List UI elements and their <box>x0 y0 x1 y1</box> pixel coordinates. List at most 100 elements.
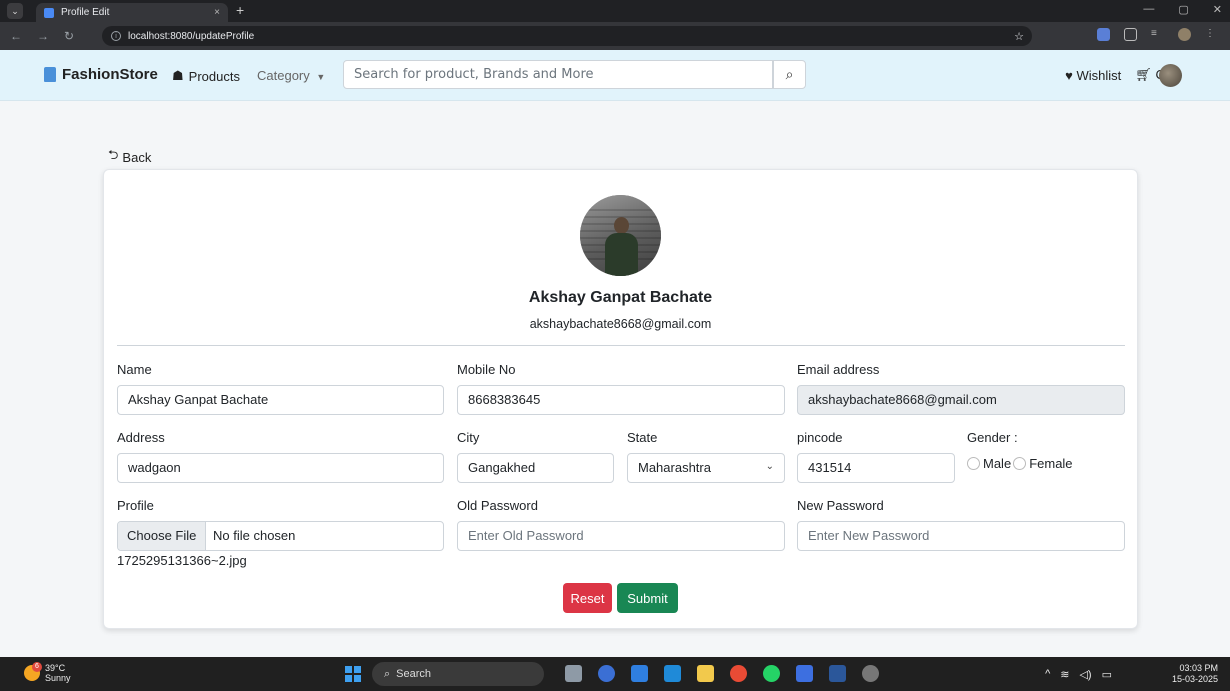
chrome-icon[interactable] <box>730 665 747 682</box>
choose-file-button[interactable]: Choose File <box>118 522 207 550</box>
back-arrow-icon[interactable]: ← <box>10 29 22 43</box>
address-label: Address <box>117 430 165 445</box>
name-input[interactable]: Akshay Ganpat Bachate <box>117 385 444 415</box>
heart-icon: ♥ <box>1065 67 1073 83</box>
file-explorer-icon[interactable] <box>697 665 714 682</box>
product-search-input[interactable]: Search for product, Brands and More <box>343 60 773 89</box>
search-icon: ⌕ <box>785 66 794 82</box>
shopping-bag-icon <box>44 67 56 82</box>
user-avatar[interactable] <box>1159 64 1182 87</box>
settings-gear-icon[interactable] <box>862 665 879 682</box>
browser-menu-icon[interactable]: ⋮ <box>1205 28 1218 41</box>
bookmark-star-icon[interactable]: ☆ <box>1014 30 1024 43</box>
chevron-up-icon[interactable]: ^ <box>1045 668 1050 681</box>
search-button[interactable]: ⌕ <box>773 60 806 89</box>
weather-condition: Sunny <box>45 673 71 683</box>
system-tray: ^ ≋ ◁) ▭ <box>1045 668 1112 681</box>
submit-button[interactable]: Submit <box>617 583 678 613</box>
windows-start-icon[interactable] <box>345 666 361 682</box>
copilot-icon[interactable] <box>598 665 615 682</box>
gender-male-label: Male <box>983 456 1012 471</box>
store-icon[interactable] <box>631 665 648 682</box>
tab-favicon-icon <box>44 7 54 18</box>
city-input[interactable]: Gangakhed <box>457 453 614 483</box>
clock-time: 03:03 PM <box>1179 663 1218 673</box>
gender-female-label: Female <box>1029 456 1073 471</box>
close-window-icon[interactable]: ✕ <box>1213 3 1222 16</box>
new-password-input[interactable]: Enter New Password <box>797 521 1125 551</box>
state-select[interactable]: Maharashtra ⌄ <box>627 453 785 483</box>
chevron-down-icon: ⌄ <box>765 461 774 472</box>
taskbar-search-label: Search <box>396 668 432 680</box>
gender-options: Male Female <box>967 456 1073 471</box>
windows-taskbar: 6 39°C Sunny ⌕ Search ^ ≋ ◁) ▭ 03:03 PM … <box>0 657 1230 691</box>
address-bar[interactable]: i localhost:8080/updateProfile ☆ <box>102 26 1032 46</box>
wifi-icon[interactable]: ≋ <box>1060 668 1069 681</box>
app-icon[interactable] <box>796 665 813 682</box>
site-navbar: FashionStore ☗ Products Category ▼ Searc… <box>0 50 1230 101</box>
brand-link[interactable]: FashionStore <box>44 66 158 83</box>
browser-tabbar: ⌄ Profile Edit × + — ▢ ✕ <box>0 0 1230 22</box>
address-input[interactable]: wadgaon <box>117 453 444 483</box>
new-tab-icon[interactable]: + <box>236 2 244 18</box>
clock[interactable]: 03:03 PM 15-03-2025 <box>1172 663 1218 685</box>
mobile-label: Mobile No <box>457 362 516 377</box>
browser-tab[interactable]: Profile Edit × <box>36 3 228 22</box>
reset-button[interactable]: Reset <box>563 583 612 613</box>
whatsapp-icon[interactable] <box>763 665 780 682</box>
old-password-label: Old Password <box>457 498 538 513</box>
battery-icon[interactable]: ▭ <box>1102 668 1112 681</box>
email-input[interactable]: akshaybachate8668@gmail.com <box>797 385 1125 415</box>
reload-icon[interactable]: ↻ <box>64 29 74 43</box>
volume-icon[interactable]: ◁) <box>1079 668 1091 681</box>
tab-search-icon[interactable]: ⌄ <box>7 3 23 19</box>
caret-down-icon: ▼ <box>316 72 326 82</box>
gender-female-radio[interactable] <box>1013 457 1027 470</box>
mobile-input[interactable]: 8668383645 <box>457 385 785 415</box>
shop-icon: ☗ <box>172 68 184 83</box>
file-status: No file chosen <box>213 528 296 543</box>
maximize-icon[interactable]: ▢ <box>1178 3 1188 16</box>
weather-badge: 6 <box>32 662 42 672</box>
taskbar-apps <box>565 665 879 682</box>
cart-icon: 🛒︎ <box>1135 67 1152 82</box>
pincode-label: pincode <box>797 430 843 445</box>
nav-products-link[interactable]: ☗ Products <box>172 68 240 84</box>
back-label: Back <box>122 149 152 165</box>
wishlist-link[interactable]: ♥ Wishlist <box>1065 68 1121 83</box>
back-link[interactable]: ⮌ Back <box>108 146 151 168</box>
extensions-puzzle-icon[interactable] <box>1124 28 1137 41</box>
taskbar-search[interactable]: ⌕ Search <box>372 662 544 686</box>
nav-category-dropdown[interactable]: Category ▼ <box>257 68 325 83</box>
minimize-icon[interactable]: — <box>1143 3 1154 16</box>
profile-label: Profile <box>117 498 154 513</box>
divider <box>117 345 1125 346</box>
pincode-input[interactable]: 431514 <box>797 453 955 483</box>
profile-photo <box>580 195 661 276</box>
sun-icon: 6 <box>24 662 42 681</box>
weather-widget[interactable]: 6 39°C Sunny <box>24 662 71 683</box>
state-label: State <box>627 430 658 445</box>
extension-icon[interactable] <box>1097 28 1110 41</box>
defender-icon[interactable] <box>664 665 681 682</box>
forward-arrow-icon[interactable]: → <box>37 29 49 43</box>
profile-file-input[interactable]: Choose File No file chosen <box>117 521 444 551</box>
state-selected: Maharashtra <box>638 460 711 475</box>
nav-products-label: Products <box>188 68 240 84</box>
reply-arrow-icon: ⮌ <box>108 147 119 162</box>
gender-male-radio[interactable] <box>967 457 980 470</box>
nav-category-label: Category <box>257 68 310 83</box>
old-password-input[interactable]: Enter Old Password <box>457 521 785 551</box>
window-controls: — ▢ ✕ <box>1143 3 1222 16</box>
browser-profile-icon[interactable] <box>1178 28 1191 41</box>
search-icon: ⌕ <box>384 667 391 680</box>
extension-icons: ≡ ⋮ <box>1097 28 1218 41</box>
reading-list-icon[interactable]: ≡ <box>1151 28 1164 41</box>
profile-name: Akshay Ganpat Bachate <box>528 289 713 306</box>
task-view-icon[interactable] <box>565 665 582 682</box>
email-label: Email address <box>797 362 880 377</box>
brand-name: FashionStore <box>62 66 158 83</box>
site-info-icon[interactable]: i <box>111 31 121 41</box>
tab-close-icon[interactable]: × <box>214 7 220 18</box>
word-icon[interactable] <box>829 665 846 682</box>
